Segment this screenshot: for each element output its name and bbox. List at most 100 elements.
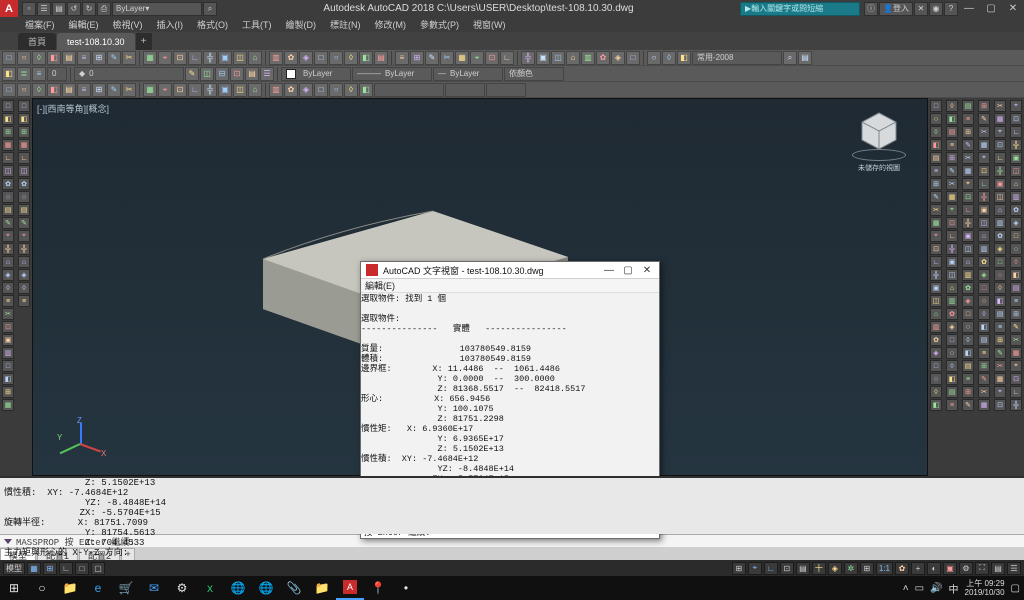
r1-btn-17[interactable]: ▥ <box>269 51 283 65</box>
rpal5-0[interactable]: ⌖ <box>1010 100 1022 112</box>
rpal5-5[interactable]: ◫ <box>1010 165 1022 177</box>
lpal-12[interactable]: ⌂ <box>2 256 14 268</box>
popup-menu-edit[interactable]: 編輯(E) <box>361 279 659 293</box>
rpal5-17[interactable]: ✎ <box>1010 321 1022 333</box>
r1-btn-22[interactable]: ◊ <box>344 51 358 65</box>
r1-btn-37[interactable]: ▥ <box>581 51 595 65</box>
rpal4-4[interactable]: ∟ <box>994 152 1006 164</box>
tray-ime-icon[interactable]: 中 <box>949 581 959 596</box>
rpal3-8[interactable]: ▣ <box>978 204 990 216</box>
r1-btn-41[interactable]: ○ <box>647 51 661 65</box>
r1-btn-5[interactable]: ≡ <box>77 51 91 65</box>
rpal5-6[interactable]: ⌂ <box>1010 178 1022 190</box>
qa-btn-6[interactable]: ⌕ <box>203 2 217 16</box>
r1-btn-25[interactable]: ≡ <box>395 51 409 65</box>
r3-btn-18[interactable]: ✿ <box>284 83 298 97</box>
lpal2-15[interactable]: ≡ <box>18 295 30 307</box>
rpal2-22[interactable]: ⊞ <box>962 386 974 398</box>
rpal0-23[interactable]: ◧ <box>930 399 942 411</box>
menu-tools[interactable]: 工具(T) <box>235 18 279 31</box>
r1-btn-23[interactable]: ◧ <box>359 51 373 65</box>
close-button[interactable]: ✕ <box>1002 0 1024 17</box>
lpal2-8[interactable]: ▤ <box>18 204 30 216</box>
rpal5-8[interactable]: ✿ <box>1010 204 1022 216</box>
rpal5-2[interactable]: ∟ <box>1010 126 1022 138</box>
rpal5-7[interactable]: ▥ <box>1010 191 1022 203</box>
r1-btn-34[interactable]: ▣ <box>536 51 550 65</box>
r1-btn-43[interactable]: ◧ <box>677 51 691 65</box>
status-r3[interactable]: ⊡ <box>780 562 794 575</box>
r1-btn-31[interactable]: ⊡ <box>485 51 499 65</box>
lpal2-11[interactable]: ╬ <box>18 243 30 255</box>
minimize-button[interactable]: — <box>958 0 980 17</box>
rpal3-20[interactable]: ⊞ <box>978 360 990 372</box>
rpal0-22[interactable]: ◊ <box>930 386 942 398</box>
r1-btn-38[interactable]: ✿ <box>596 51 610 65</box>
rpal3-21[interactable]: ✎ <box>978 373 990 385</box>
rpal0-7[interactable]: ✎ <box>930 191 942 203</box>
rpal3-16[interactable]: ◊ <box>978 308 990 320</box>
lpal-2[interactable]: ⊞ <box>2 126 14 138</box>
r3-drop-2[interactable] <box>486 83 526 97</box>
rpal5-15[interactable]: ≡ <box>1010 295 1022 307</box>
r1-btn-13[interactable]: ╬ <box>203 51 217 65</box>
rpal4-16[interactable]: ▤ <box>994 308 1006 320</box>
lweight-bylayer[interactable]: — ByLayer <box>433 67 503 81</box>
view-cube[interactable]: 未儲存的視圖 <box>849 109 909 189</box>
rpal0-9[interactable]: ▦ <box>930 217 942 229</box>
lpal-17[interactable]: ⊡ <box>2 321 14 333</box>
status-l5[interactable]: ▢ <box>91 562 105 575</box>
status-r10[interactable]: ✿ <box>895 562 909 575</box>
lpal-16[interactable]: ✂ <box>2 308 14 320</box>
lpal-23[interactable]: ▦ <box>2 399 14 411</box>
status-l1[interactable]: ▦ <box>27 562 41 575</box>
task-settings[interactable]: ⚙ <box>168 576 196 600</box>
r1-btn-16[interactable]: ⌂ <box>248 51 262 65</box>
status-r1[interactable]: ⌖ <box>748 562 762 575</box>
rpal3-2[interactable]: ✂ <box>978 126 990 138</box>
r1-btn-24[interactable]: ▤ <box>374 51 388 65</box>
r3-btn-19[interactable]: ◈ <box>299 83 313 97</box>
rpal0-2[interactable]: ◊ <box>930 126 942 138</box>
rpal1-15[interactable]: ▥ <box>946 295 958 307</box>
rpal0-12[interactable]: ∟ <box>930 256 942 268</box>
rpal2-2[interactable]: ⊞ <box>962 126 974 138</box>
lpal2-1[interactable]: ◧ <box>18 113 30 125</box>
menu-modify[interactable]: 修改(M) <box>368 18 414 31</box>
r1-btn-42[interactable]: ◊ <box>662 51 676 65</box>
rpal1-4[interactable]: ⊞ <box>946 152 958 164</box>
status-r16[interactable]: ▤ <box>991 562 1005 575</box>
r2-num[interactable]: 0 <box>47 67 67 81</box>
task-misc[interactable]: • <box>392 576 420 600</box>
r1-btn-30[interactable]: ⌖ <box>470 51 484 65</box>
rpal5-12[interactable]: ◊ <box>1010 256 1022 268</box>
r3-btn-1[interactable]: ○ <box>17 83 31 97</box>
lpal2-5[interactable]: ◫ <box>18 165 30 177</box>
rpal2-16[interactable]: □ <box>962 308 974 320</box>
r3-btn-0[interactable]: □ <box>2 83 16 97</box>
rpal4-11[interactable]: ◈ <box>994 243 1006 255</box>
status-r17[interactable]: ☰ <box>1007 562 1021 575</box>
r3-btn-6[interactable]: ⊞ <box>92 83 106 97</box>
task-explorer[interactable]: 📁 <box>56 576 84 600</box>
status-r12[interactable]: ◐ <box>927 562 941 575</box>
lpal-20[interactable]: □ <box>2 360 14 372</box>
tab-home[interactable]: 首頁 <box>18 33 56 50</box>
r1-btn-18[interactable]: ✿ <box>284 51 298 65</box>
lpal2-10[interactable]: ⌖ <box>18 230 30 242</box>
rpal2-7[interactable]: ⊡ <box>962 191 974 203</box>
r3-btn-23[interactable]: ◧ <box>359 83 373 97</box>
menu-insert[interactable]: 插入(I) <box>150 18 191 31</box>
lpal-9[interactable]: ✎ <box>2 217 14 229</box>
rpal3-23[interactable]: ▦ <box>978 399 990 411</box>
r2-mid-5[interactable]: ☰ <box>260 67 274 81</box>
rpal2-17[interactable]: ○ <box>962 321 974 333</box>
rpal5-11[interactable]: ○ <box>1010 243 1022 255</box>
lpal2-7[interactable]: ○ <box>18 191 30 203</box>
rpal2-4[interactable]: ✂ <box>962 152 974 164</box>
r1-btn-29[interactable]: ▦ <box>455 51 469 65</box>
r3-btn-13[interactable]: ╬ <box>203 83 217 97</box>
r3-btn-5[interactable]: ≡ <box>77 83 91 97</box>
rpal5-22[interactable]: ∟ <box>1010 386 1022 398</box>
rpal4-23[interactable]: ⊡ <box>994 399 1006 411</box>
